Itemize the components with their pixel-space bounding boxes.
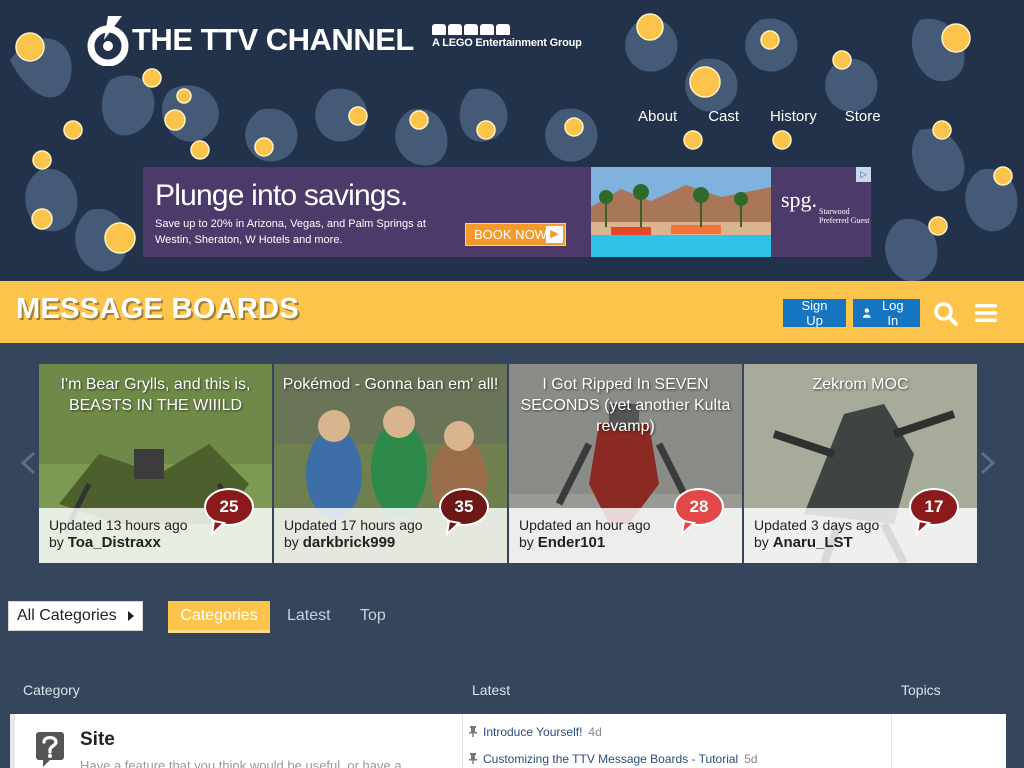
column-header-latest[interactable]: Latest: [472, 682, 510, 698]
topic-title: Introduce Yourself!: [483, 725, 583, 739]
nav-about[interactable]: About: [638, 108, 677, 125]
latest-topics: Introduce Yourself! 4d Customizing the TT…: [462, 714, 892, 768]
ad-body: Save up to 20% in Arizona, Vegas, and Pa…: [155, 218, 426, 246]
logo-text: THE TTV CHANNEL: [132, 22, 414, 57]
card-author[interactable]: Toa_Distraxx: [68, 534, 161, 551]
login-button[interactable]: Log In: [853, 298, 920, 328]
reply-count: 35: [454, 497, 474, 516]
card-updated: Updated 13 hours ago: [49, 517, 188, 533]
nav-store[interactable]: Store: [845, 108, 881, 125]
ad-cta-label: BOOK NOW: [474, 227, 547, 242]
card-by: by: [519, 534, 534, 550]
category-dropdown[interactable]: All Categories: [8, 601, 143, 631]
card-title: I Got Ripped In SEVEN SECONDS (yet anoth…: [520, 376, 731, 435]
ad-choices-icon[interactable]: ▷: [856, 167, 871, 182]
card-by: by: [754, 534, 769, 550]
minifig-icon: [448, 24, 462, 35]
card-updated: Updated an hour ago: [519, 517, 651, 533]
featured-card[interactable]: I Got Ripped In SEVEN SECONDS (yet anoth…: [509, 364, 742, 563]
minifig-icon: [464, 24, 478, 35]
topic-title: Customizing the TTV Message Boards - Tut…: [483, 752, 739, 766]
category-row[interactable]: Site Have a feature that you think would…: [10, 714, 1006, 768]
card-byline: by Ender101: [519, 534, 605, 551]
login-label: Log In: [881, 298, 904, 328]
featured-card[interactable]: Pokémod - Gonna ban em' all! Updated 17 …: [274, 364, 507, 563]
ad-banner[interactable]: Plunge into savings. Save up to 20% in A…: [143, 167, 871, 257]
reply-count-badge: 25: [204, 488, 254, 537]
category-nav: All Categories Categories Latest Top: [0, 578, 1024, 678]
minifig-icon: [432, 24, 446, 35]
minifig-icon: [496, 24, 510, 35]
category-description: Have a feature that you think would be u…: [80, 758, 402, 768]
reply-count: 28: [689, 497, 709, 516]
reply-count-badge: 35: [439, 488, 489, 537]
featured-carousel: I'm Bear Grylls, and this is, BEASTS IN …: [0, 343, 1024, 578]
minifig-icon: [480, 24, 494, 35]
site-header: THE TTV CHANNEL A LEGO Entertainment Gro…: [0, 0, 1024, 281]
tab-latest[interactable]: Latest: [287, 601, 331, 633]
user-icon: [863, 308, 871, 318]
latest-topic[interactable]: Introduce Yourself! 4d: [469, 725, 602, 739]
featured-card[interactable]: Zekrom MOC Updated 3 days ago by Anaru_L…: [744, 364, 977, 563]
ad-book-button[interactable]: BOOK NOW ▶: [465, 223, 566, 246]
sub-brand: A LEGO Entertainment Group: [432, 24, 582, 49]
card-byline: by Toa_Distraxx: [49, 534, 161, 551]
tab-categories[interactable]: Categories: [168, 601, 270, 633]
nav-history[interactable]: History: [770, 108, 817, 125]
card-by: by: [49, 534, 64, 550]
site-logo[interactable]: THE TTV CHANNEL: [84, 14, 414, 66]
carousel-prev-icon[interactable]: [20, 451, 36, 475]
reply-count-badge: 28: [674, 488, 724, 537]
search-icon[interactable]: [933, 301, 959, 327]
pin-icon: [469, 726, 477, 737]
card-author[interactable]: Ender101: [538, 534, 606, 551]
reply-count-badge: 17: [909, 488, 959, 537]
topic-age: 5d: [744, 752, 758, 766]
card-title: Zekrom MOC: [812, 376, 909, 393]
ad-brand-logo: spg.: [781, 187, 818, 212]
card-updated: Updated 3 days ago: [754, 517, 880, 533]
card-updated: Updated 17 hours ago: [284, 517, 423, 533]
category-name[interactable]: Site: [80, 729, 115, 751]
card-title: Pokémod - Gonna ban em' all!: [282, 376, 499, 393]
nav-cast[interactable]: Cast: [708, 108, 739, 125]
tab-top[interactable]: Top: [360, 601, 386, 633]
reply-count: 17: [924, 497, 944, 516]
pin-icon: [469, 753, 477, 764]
ttv-logo-icon: [87, 16, 129, 66]
carousel-next-icon[interactable]: [980, 451, 996, 475]
card-byline: by darkbrick999: [284, 534, 395, 551]
hamburger-menu-icon[interactable]: [975, 303, 997, 323]
ad-resort-photo: [591, 167, 771, 257]
card-byline: by Anaru_LST: [754, 534, 853, 551]
title-bar: MESSAGE BOARDS Sign Up Log In: [0, 281, 1024, 343]
card-author[interactable]: darkbrick999: [303, 534, 396, 551]
column-header-topics[interactable]: Topics: [901, 682, 941, 698]
reply-count: 25: [219, 497, 239, 516]
category-dropdown-label: All Categories: [17, 607, 117, 624]
signup-button[interactable]: Sign Up: [783, 298, 846, 328]
ad-headline: Plunge into savings.: [155, 179, 408, 212]
question-mark-icon: [36, 732, 64, 767]
column-header-category[interactable]: Category: [23, 682, 80, 698]
minifig-icons: [432, 24, 582, 35]
ad-brand-sub: Starwood Preferred Guest: [819, 207, 870, 225]
main-nav: About Cast History Store: [638, 108, 881, 125]
topic-age: 4d: [588, 725, 602, 739]
page-title: MESSAGE BOARDS: [16, 293, 299, 325]
caret-right-icon: [128, 611, 134, 621]
chevron-right-icon: ▶: [546, 226, 563, 243]
featured-card[interactable]: I'm Bear Grylls, and this is, BEASTS IN …: [39, 364, 272, 563]
card-author[interactable]: Anaru_LST: [773, 534, 853, 551]
card-by: by: [284, 534, 299, 550]
card-title: I'm Bear Grylls, and this is, BEASTS IN …: [60, 376, 251, 414]
latest-topic[interactable]: Customizing the TTV Message Boards - Tut…: [469, 752, 758, 766]
sub-brand-text: A LEGO Entertainment Group: [432, 37, 582, 49]
